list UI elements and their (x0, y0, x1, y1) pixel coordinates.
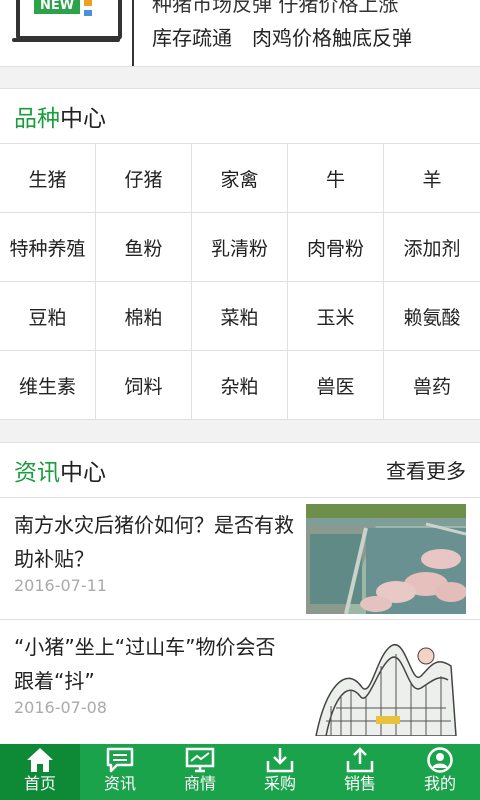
news-title: 资讯中心 (14, 460, 106, 486)
category-item[interactable]: 菜粕 (192, 282, 288, 350)
nav-label: 资讯 (103, 774, 136, 793)
category-row: 豆粕 棉粕 菜粕 玉米 赖氨酸 (0, 282, 480, 351)
bottom-nav: 首页 资讯 商情 采购 销售 我的 (0, 744, 480, 800)
monitor-icon (185, 747, 215, 773)
category-item[interactable]: 杂粕 (192, 351, 288, 419)
banner-divider (132, 0, 134, 66)
nav-label: 我的 (423, 774, 456, 793)
home-icon (27, 748, 53, 772)
category-item[interactable]: 玉米 (288, 282, 384, 350)
category-item[interactable]: 乳清粉 (192, 213, 288, 281)
nav-label: 首页 (23, 774, 56, 793)
news-thumbnail (306, 504, 466, 614)
category-title: 品种中心 (14, 106, 106, 132)
nav-market[interactable]: 商情 (160, 744, 240, 800)
banner-text[interactable]: 库存疏通 肉鸡价格触底反弹 (152, 22, 412, 51)
nav-purchase[interactable]: 采购 (240, 744, 320, 800)
news-list-item[interactable]: 南方水灾后猪价如何？是否有救助补贴？ 2016-07-11 (0, 497, 480, 620)
category-item[interactable]: 棉粕 (96, 282, 192, 350)
news-tag: NEW (34, 0, 80, 14)
category-item[interactable]: 兽医 (288, 351, 384, 419)
download-icon (266, 748, 294, 773)
news-item-title: 南方水灾后猪价如何？是否有救助补贴？ (14, 513, 294, 571)
news-item-date: 2016-07-11 (14, 576, 107, 595)
laptop-news-icon: NEW (12, 0, 122, 46)
category-item[interactable]: 饲料 (96, 351, 192, 419)
category-item[interactable]: 牛 (288, 144, 384, 212)
nav-news[interactable]: 资讯 (80, 744, 160, 800)
user-icon (427, 747, 453, 773)
category-item[interactable]: 肉骨粉 (288, 213, 384, 281)
upload-icon (346, 747, 374, 773)
nav-home[interactable]: 首页 (0, 744, 80, 800)
category-item[interactable]: 兽药 (384, 351, 480, 419)
view-more-link[interactable]: 查看更多 (386, 455, 466, 484)
news-center: 资讯中心 查看更多 南方水灾后猪价如何？是否有救助补贴？ 2016-07-11 (0, 442, 480, 745)
category-item[interactable]: 羊 (384, 144, 480, 212)
headline-banner[interactable]: NEW 种猪市场反弹 仔猪价格上涨 库存疏通 肉鸡价格触底反弹 (0, 0, 480, 67)
category-item[interactable]: 鱼粉 (96, 213, 192, 281)
category-center: 品种中心 生猪 仔猪 家禽 牛 羊 特种养殖 鱼粉 乳清粉 肉骨粉 添加剂 豆粕… (0, 88, 480, 420)
news-thumbnail (306, 626, 466, 736)
category-item[interactable]: 添加剂 (384, 213, 480, 281)
category-row: 生猪 仔猪 家禽 牛 羊 (0, 144, 480, 213)
category-item[interactable]: 特种养殖 (0, 213, 96, 281)
nav-sales[interactable]: 销售 (320, 744, 400, 800)
category-row: 维生素 饲料 杂粕 兽医 兽药 (0, 351, 480, 420)
nav-label: 采购 (263, 774, 296, 793)
category-item[interactable]: 生猪 (0, 144, 96, 212)
category-row: 特种养殖 鱼粉 乳清粉 肉骨粉 添加剂 (0, 213, 480, 282)
category-item[interactable]: 仔猪 (96, 144, 192, 212)
message-icon (106, 747, 134, 773)
news-item-title: “小猪”坐上“过山车”物价会否跟着“抖” (14, 635, 276, 693)
banner-text-previous: 种猪市场反弹 仔猪价格上涨 (152, 0, 399, 16)
category-item[interactable]: 赖氨酸 (384, 282, 480, 350)
category-item[interactable]: 家禽 (192, 144, 288, 212)
category-item[interactable]: 维生素 (0, 351, 96, 419)
nav-label: 销售 (343, 774, 376, 793)
nav-mine[interactable]: 我的 (400, 744, 480, 800)
news-item-date: 2016-07-08 (14, 698, 107, 717)
category-grid: 生猪 仔猪 家禽 牛 羊 特种养殖 鱼粉 乳清粉 肉骨粉 添加剂 豆粕 棉粕 菜… (0, 143, 480, 420)
news-list-item[interactable]: “小猪”坐上“过山车”物价会否跟着“抖” 2016-07-08 (0, 619, 480, 742)
category-item[interactable]: 豆粕 (0, 282, 96, 350)
nav-label: 商情 (183, 774, 216, 793)
